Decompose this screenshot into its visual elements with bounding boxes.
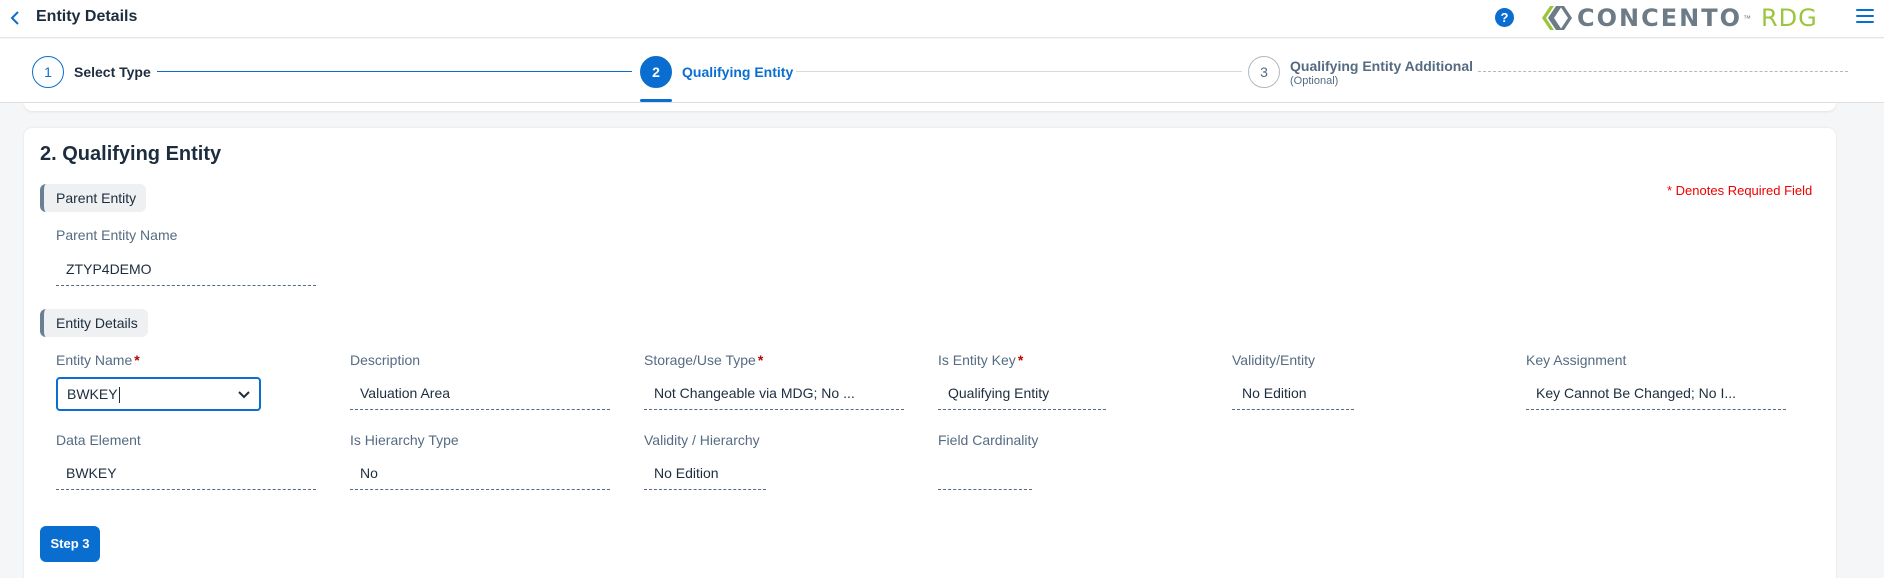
storage-use-type-label: Storage/Use Type * <box>644 352 763 368</box>
description-label: Description <box>350 352 421 368</box>
wizard-step-3[interactable]: 3 Qualifying Entity Additional (Optional… <box>1248 56 1473 88</box>
logo-suffix: RDG <box>1760 4 1818 32</box>
required-field-note: * Denotes Required Field <box>1667 183 1813 198</box>
step-3-button[interactable]: Step 3 <box>40 526 100 562</box>
field-cardinality-value <box>938 456 1032 490</box>
is-entity-key-label-text: Is Entity Key <box>938 352 1016 368</box>
parent-entity-name-label: Parent Entity Name <box>56 227 178 243</box>
validity-entity-value: No Edition <box>1232 376 1354 410</box>
step-label: Qualifying Entity <box>682 64 794 80</box>
wizard-step-2[interactable]: 2 Qualifying Entity <box>640 56 793 88</box>
validity-entity-label: Validity/Entity <box>1232 352 1315 368</box>
is-entity-key-value: Qualifying Entity <box>938 376 1106 410</box>
is-hierarchy-type-value: No <box>350 456 610 490</box>
entity-name-value: BWKEY <box>67 386 118 402</box>
step-label: Select Type <box>74 64 151 80</box>
validity-hierarchy-label: Validity / Hierarchy <box>644 432 760 448</box>
section-title: 2. Qualifying Entity <box>40 143 222 165</box>
step-connector-3 <box>1478 71 1848 72</box>
logo-trademark: ™ <box>1742 13 1751 23</box>
step-label-block: Qualifying Entity Additional (Optional) <box>1290 58 1473 87</box>
storage-use-type-label-text: Storage/Use Type <box>644 352 756 368</box>
key-assignment-value: Key Cannot Be Changed; No I... <box>1526 376 1786 410</box>
step-number: 2 <box>640 56 672 88</box>
concento-rdg-logo: CONCENTO ™ RDG <box>1540 4 1818 32</box>
entity-name-label-text: Entity Name <box>56 352 133 368</box>
is-entity-key-label: Is Entity Key * <box>938 352 1023 368</box>
page-title: Entity Details <box>36 8 138 25</box>
description-value: Valuation Area <box>350 376 610 410</box>
is-hierarchy-type-label: Is Hierarchy Type <box>350 432 459 448</box>
active-step-indicator <box>640 99 672 102</box>
validity-hierarchy-value: No Edition <box>644 456 766 490</box>
help-icon[interactable]: ? <box>1495 8 1514 27</box>
wizard-step-1[interactable]: 1 Select Type <box>32 56 151 88</box>
entity-name-input[interactable]: BWKEY <box>67 379 120 409</box>
entity-name-combobox[interactable]: BWKEY <box>56 377 261 411</box>
data-element-value: BWKEY <box>56 456 316 490</box>
data-element-label: Data Element <box>56 432 141 448</box>
step-connector-2 <box>796 71 1242 72</box>
parent-entity-name-value: ZTYP4DEMO <box>56 252 316 286</box>
chevron-down-icon[interactable] <box>237 387 251 401</box>
step-label: Qualifying Entity Additional <box>1290 57 1474 74</box>
step-connector-1 <box>157 71 632 72</box>
required-asterisk: * <box>757 352 764 368</box>
field-cardinality-label: Field Cardinality <box>938 432 1039 448</box>
shell-header: Entity Details ? CONCENTO ™ RDG <box>0 0 1884 38</box>
logo-text: CONCENTO <box>1577 4 1742 32</box>
storage-use-type-value: Not Changeable via MDG; No ... <box>644 376 904 410</box>
hamburger-menu-icon[interactable] <box>1856 9 1874 25</box>
entity-details-group-title: Entity Details <box>40 309 148 337</box>
key-assignment-label: Key Assignment <box>1526 352 1627 368</box>
parent-entity-group-title: Parent Entity <box>40 184 147 212</box>
required-asterisk: * <box>1017 352 1024 368</box>
step-number: 1 <box>32 56 64 88</box>
step-sublabel: (Optional) <box>1290 74 1339 87</box>
entity-name-label: Entity Name * <box>56 352 140 368</box>
text-cursor <box>118 387 120 404</box>
step-number: 3 <box>1248 56 1280 88</box>
previous-card-edge <box>24 103 1836 111</box>
required-asterisk: * <box>134 352 140 368</box>
logo-mark-icon <box>1542 6 1572 30</box>
back-arrow-icon[interactable] <box>6 8 26 28</box>
